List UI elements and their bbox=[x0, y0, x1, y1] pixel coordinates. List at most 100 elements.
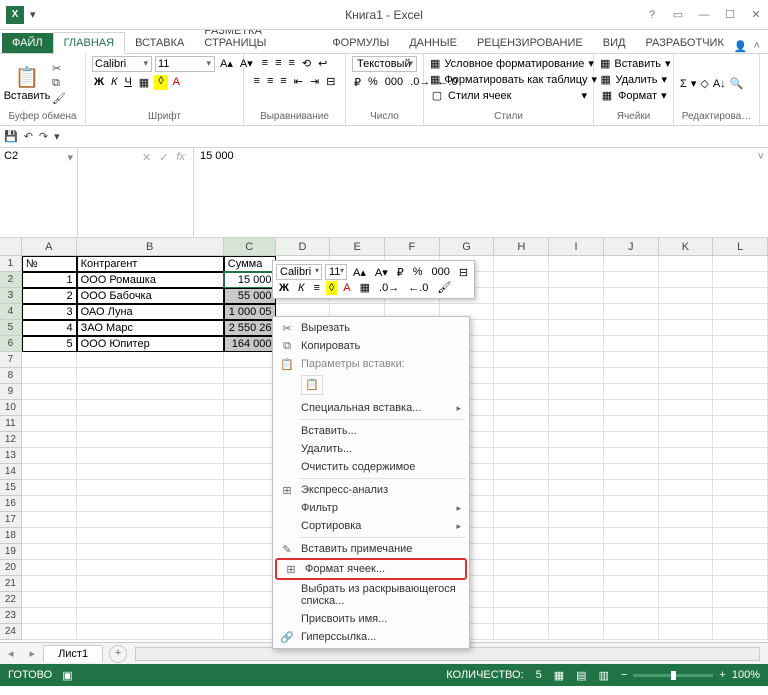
paste-option-icon[interactable]: 📋 bbox=[301, 375, 323, 395]
select-all-corner[interactable] bbox=[0, 238, 22, 255]
cell[interactable] bbox=[224, 608, 276, 624]
cell[interactable] bbox=[604, 464, 659, 480]
cell[interactable] bbox=[659, 560, 714, 576]
cm-insert-comment[interactable]: ✎Вставить примечание bbox=[273, 540, 469, 558]
cell[interactable] bbox=[224, 400, 276, 416]
cell[interactable] bbox=[604, 400, 659, 416]
cell[interactable] bbox=[22, 384, 77, 400]
mini-fill-icon[interactable]: ◊ bbox=[326, 281, 337, 295]
cell[interactable]: 164 000 bbox=[224, 336, 276, 352]
cell[interactable] bbox=[22, 464, 77, 480]
cell[interactable]: 15 000 bbox=[224, 272, 276, 288]
cell[interactable] bbox=[224, 352, 276, 368]
cell[interactable] bbox=[22, 448, 77, 464]
cell[interactable]: 1 bbox=[22, 272, 77, 288]
font-color-button[interactable]: A bbox=[171, 75, 182, 90]
cell[interactable] bbox=[22, 608, 77, 624]
cell[interactable] bbox=[77, 496, 224, 512]
col-header[interactable]: I bbox=[549, 238, 604, 255]
qat-dropdown-icon[interactable]: ▾ bbox=[30, 8, 44, 22]
cell[interactable] bbox=[713, 352, 768, 368]
cell[interactable] bbox=[494, 608, 549, 624]
cell[interactable] bbox=[604, 432, 659, 448]
cell[interactable] bbox=[549, 384, 604, 400]
cell[interactable] bbox=[77, 448, 224, 464]
row-header[interactable]: 3 bbox=[0, 288, 22, 304]
sheet-nav-next-icon[interactable]: ▸ bbox=[22, 647, 44, 660]
cell[interactable] bbox=[224, 624, 276, 640]
cell[interactable] bbox=[224, 480, 276, 496]
cell[interactable] bbox=[494, 448, 549, 464]
tab-data[interactable]: ДАННЫЕ bbox=[399, 33, 467, 53]
cell[interactable] bbox=[713, 528, 768, 544]
cell[interactable] bbox=[77, 432, 224, 448]
border-button[interactable]: ▦ bbox=[137, 75, 151, 90]
clear-icon[interactable]: ◇ bbox=[700, 77, 708, 90]
cell[interactable] bbox=[494, 560, 549, 576]
cm-copy[interactable]: ⧉Копировать bbox=[273, 337, 469, 355]
cell[interactable] bbox=[713, 608, 768, 624]
cell[interactable] bbox=[77, 512, 224, 528]
zoom-slider[interactable] bbox=[633, 674, 713, 677]
cell[interactable] bbox=[224, 448, 276, 464]
cell-styles-button[interactable]: ▢Стили ячеек▾ bbox=[430, 88, 587, 103]
cell[interactable] bbox=[77, 624, 224, 640]
paste-button[interactable]: 📋 Вставить bbox=[6, 65, 48, 102]
cut-icon[interactable]: ✂ bbox=[52, 62, 66, 75]
cell[interactable] bbox=[659, 512, 714, 528]
cm-insert[interactable]: Вставить... bbox=[273, 422, 469, 440]
row-header[interactable]: 14 bbox=[0, 464, 22, 480]
cell[interactable] bbox=[549, 624, 604, 640]
row-header[interactable]: 5 bbox=[0, 320, 22, 336]
cell[interactable] bbox=[604, 576, 659, 592]
cell[interactable] bbox=[604, 480, 659, 496]
sheet-tab[interactable]: Лист1 bbox=[43, 645, 103, 662]
cell[interactable] bbox=[604, 528, 659, 544]
zoom-in-icon[interactable]: + bbox=[719, 669, 725, 681]
fx-icon[interactable]: fx bbox=[176, 151, 185, 163]
cell[interactable] bbox=[549, 576, 604, 592]
cell[interactable] bbox=[494, 400, 549, 416]
cell[interactable] bbox=[713, 576, 768, 592]
sheet-nav-prev-icon[interactable]: ◂ bbox=[0, 647, 22, 660]
cells-insert-button[interactable]: ▦Вставить▾ bbox=[600, 56, 667, 71]
row-header[interactable]: 2 bbox=[0, 272, 22, 288]
undo-icon[interactable]: ↶ bbox=[24, 130, 33, 143]
cell[interactable] bbox=[659, 288, 714, 304]
cm-filter[interactable]: Фильтр▸ bbox=[273, 499, 469, 517]
cell[interactable] bbox=[494, 464, 549, 480]
col-header[interactable]: E bbox=[330, 238, 385, 255]
name-box[interactable]: C2 bbox=[0, 148, 78, 237]
cell[interactable] bbox=[494, 432, 549, 448]
cell[interactable] bbox=[77, 576, 224, 592]
row-header[interactable]: 9 bbox=[0, 384, 22, 400]
cell[interactable] bbox=[549, 464, 604, 480]
cell[interactable]: 1 000 05 bbox=[224, 304, 276, 320]
cell[interactable] bbox=[22, 576, 77, 592]
cell[interactable] bbox=[604, 336, 659, 352]
cell[interactable] bbox=[659, 368, 714, 384]
row-header[interactable]: 19 bbox=[0, 544, 22, 560]
cell[interactable]: Сумма bbox=[224, 256, 276, 272]
cell[interactable] bbox=[77, 560, 224, 576]
cm-clear[interactable]: Очистить содержимое bbox=[273, 458, 469, 476]
cell[interactable] bbox=[604, 256, 659, 272]
row-header[interactable]: 7 bbox=[0, 352, 22, 368]
cell[interactable] bbox=[713, 496, 768, 512]
cell[interactable] bbox=[22, 432, 77, 448]
cell[interactable] bbox=[77, 464, 224, 480]
cell[interactable] bbox=[549, 512, 604, 528]
cell[interactable] bbox=[22, 480, 77, 496]
cell[interactable] bbox=[659, 416, 714, 432]
col-header[interactable]: A bbox=[22, 238, 77, 255]
expand-formula-icon[interactable]: ˅ bbox=[758, 151, 764, 163]
cell[interactable] bbox=[224, 560, 276, 576]
cell[interactable] bbox=[494, 544, 549, 560]
align-left-icon[interactable]: ≡ bbox=[252, 74, 262, 89]
cell[interactable] bbox=[604, 320, 659, 336]
cm-define-name[interactable]: Присвоить имя... bbox=[273, 610, 469, 628]
cell[interactable] bbox=[22, 368, 77, 384]
cell[interactable] bbox=[659, 400, 714, 416]
cell[interactable] bbox=[224, 432, 276, 448]
cell[interactable]: Контрагент bbox=[77, 256, 224, 272]
